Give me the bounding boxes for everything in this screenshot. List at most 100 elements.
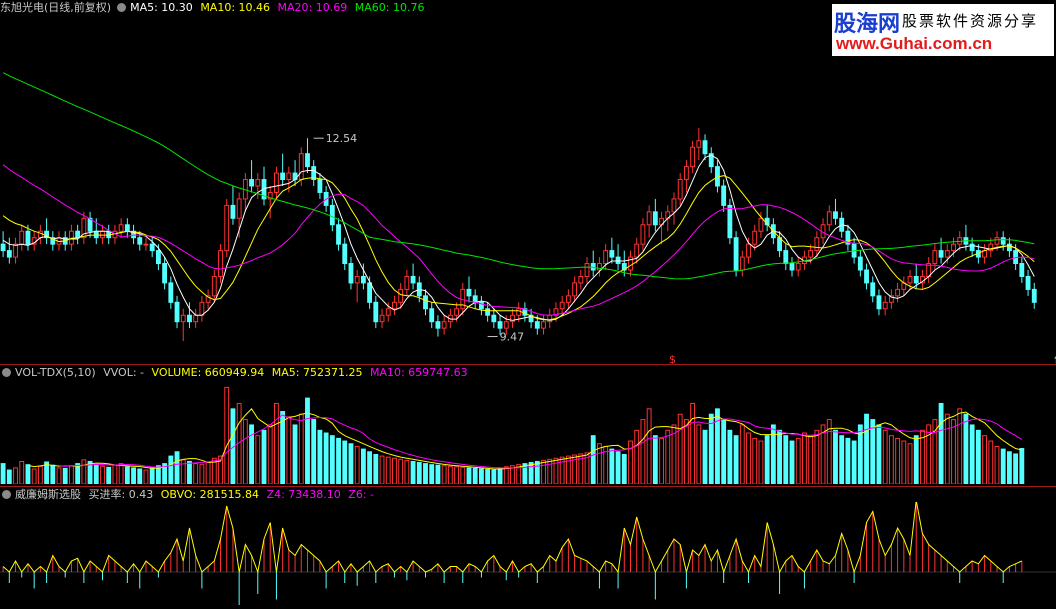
volume-bar (273, 402, 279, 484)
volume-bar (392, 457, 397, 484)
volume-bar (615, 451, 621, 484)
volume-bar (31, 468, 37, 484)
volume-bar (454, 466, 459, 484)
obvo-readout: OBVO: 281515.84 (160, 488, 260, 501)
volume-bar (708, 413, 714, 484)
candle-body (876, 295, 882, 310)
volume-bar (665, 429, 671, 484)
candle-body (640, 224, 646, 245)
candle-body (752, 230, 758, 245)
volume-bar (81, 459, 87, 484)
ind-indicator-name[interactable]: 威廉姆斯选股 (15, 488, 81, 501)
volume-bar (938, 402, 944, 484)
volume-bar (764, 435, 770, 484)
candle-body (441, 321, 447, 329)
candle-body (218, 250, 223, 277)
ind-settings-dot-icon[interactable] (2, 490, 11, 499)
indicator-chart[interactable] (0, 502, 1056, 609)
volume-bar (547, 458, 553, 484)
pane-separator-2 (0, 486, 1056, 487)
pane-separator-1 (0, 364, 1056, 365)
candle-body (162, 263, 168, 284)
candle-body (6, 250, 12, 258)
candle-body (491, 314, 497, 323)
volume-bar (497, 467, 503, 484)
candle-body (652, 211, 658, 226)
candle-body (777, 237, 783, 252)
candle-body (466, 288, 472, 297)
candle-body (298, 153, 304, 181)
volume-bar (677, 413, 683, 484)
volume-bar (621, 453, 627, 484)
volume-bar (69, 465, 74, 484)
volume-bar (6, 469, 12, 484)
candle-body (541, 321, 546, 329)
candle-body (187, 314, 192, 323)
volume-bar (13, 467, 18, 484)
candle-body (833, 211, 838, 219)
candle-body (683, 166, 689, 181)
indicator-line (2, 502, 1023, 574)
candle-body (590, 263, 596, 271)
candle-body (354, 275, 360, 284)
volume-bar (224, 386, 230, 484)
volume-bar (37, 465, 43, 484)
settings-dot-icon[interactable] (117, 3, 127, 12)
candle-body (199, 301, 205, 316)
candle-body (118, 224, 124, 232)
volume-bar (845, 437, 851, 484)
volume-bar (652, 435, 658, 484)
vol-indicator-name[interactable]: VOL-TDX(5,10) (15, 366, 96, 379)
candle-body (994, 237, 1000, 245)
candle-body (578, 275, 584, 284)
volume-bar (385, 456, 391, 484)
volume-bar (864, 413, 869, 484)
candle-body (733, 237, 739, 271)
candle-body (516, 308, 522, 316)
volume-header: VOL-TDX(5,10) VVOL: - VOLUME: 660949.94 … (0, 366, 472, 380)
stock-title[interactable]: 东旭光电(日线,前复权) (0, 1, 111, 14)
volume-bar (876, 424, 882, 484)
volume-bar (634, 429, 640, 484)
candle-body (826, 211, 832, 226)
ma20-readout: MA20: 10.69 (277, 1, 348, 14)
candle-body (746, 243, 751, 258)
volume-bar (416, 462, 422, 484)
ma10-readout: MA10: 10.46 (200, 1, 271, 14)
vol-settings-dot-icon[interactable] (2, 368, 11, 377)
volume-bar (839, 435, 845, 484)
candle-body (149, 243, 155, 252)
volume-bar (19, 460, 25, 484)
price-annotation-label: 9.47 (500, 331, 525, 344)
volume-bar (901, 440, 907, 484)
volume-bar (913, 435, 919, 484)
price-chart[interactable]: 12.549.47$停 (0, 14, 1056, 364)
volume-bar (336, 437, 341, 484)
volume-bar (348, 443, 354, 484)
z6-readout: Z6: - (348, 488, 375, 501)
candle-body (249, 179, 255, 187)
candle-body (870, 282, 876, 297)
volume-bar (50, 464, 56, 484)
volume-bar (149, 467, 155, 484)
candle-body (435, 321, 441, 329)
candle-body (721, 185, 727, 206)
volume-bar (783, 435, 789, 484)
candle-body (305, 153, 310, 168)
indicator-header: 威廉姆斯选股 买进率: 0.43 OBVO: 281515.84 Z4: 734… (0, 488, 378, 502)
volume-bar (441, 465, 447, 484)
volume-chart[interactable] (0, 380, 1056, 484)
volume-bar (988, 440, 994, 484)
volume-bar (298, 413, 304, 484)
volume-bar (404, 459, 410, 484)
volume-bar (1006, 451, 1012, 484)
volume-bar (193, 463, 199, 484)
volume-bar (342, 440, 348, 484)
volume-bar (56, 467, 62, 484)
volume-bar (485, 469, 491, 484)
volume-bar (895, 437, 901, 484)
volume-bar (758, 440, 764, 484)
volume-bar (770, 424, 776, 484)
candle-body (280, 172, 286, 181)
candle-body (485, 308, 491, 316)
